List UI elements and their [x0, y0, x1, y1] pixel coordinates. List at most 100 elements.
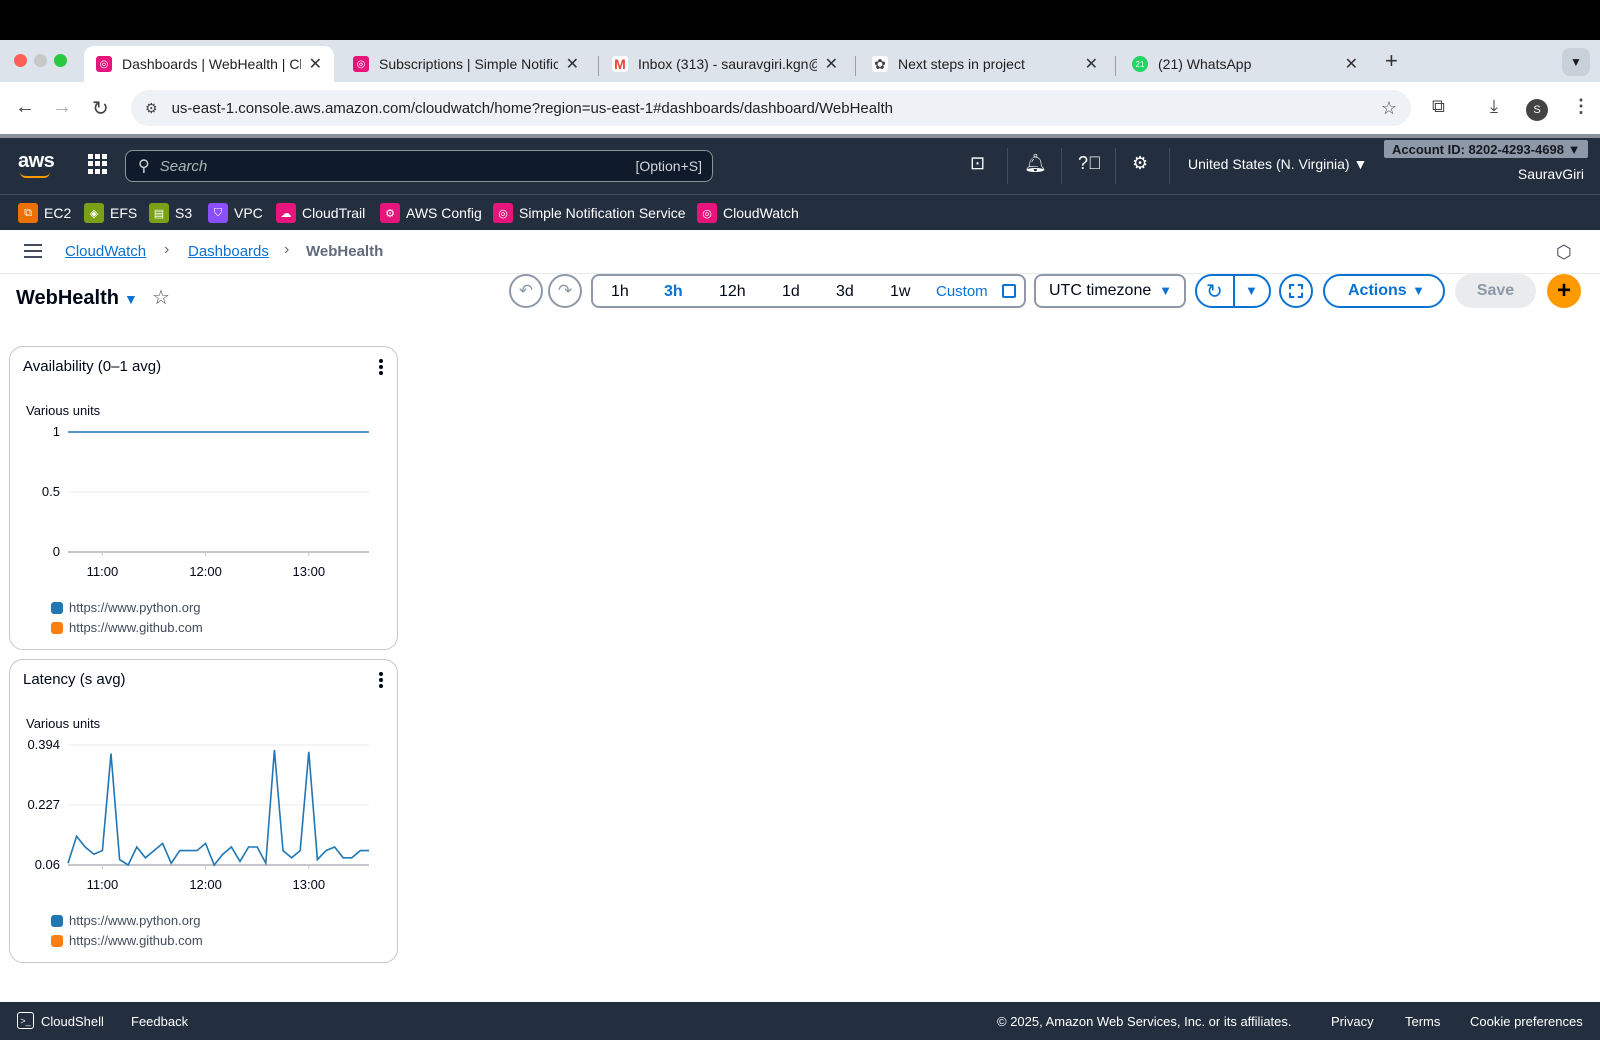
widget-menu-icon[interactable] — [379, 359, 383, 375]
tab-search-chevron-icon[interactable]: ▼ — [1562, 48, 1590, 76]
x-tick-label: 11:00 — [87, 564, 119, 579]
legend-item[interactable]: https://www.github.com — [51, 933, 203, 948]
back-arrow-icon[interactable]: ← — [15, 96, 35, 119]
time-range-selector: 1h 3h 12h 1d 3d 1w Custom — [591, 274, 1026, 308]
service-shortcut-aws-config[interactable]: ⚙ AWS Config — [380, 203, 482, 223]
user-name[interactable]: SauravGiri — [1518, 166, 1584, 182]
browser-tab[interactable]: ◎ Subscriptions | Simple Notific ✕ — [341, 46, 591, 82]
x-tick-label: 11:00 — [87, 877, 119, 892]
bookmark-star-icon[interactable]: ☆ — [1381, 98, 1397, 119]
service-shortcut-cloudwatch[interactable]: ◎ CloudWatch — [697, 203, 799, 223]
browser-menu-icon[interactable]: ⋮ — [1572, 96, 1590, 117]
breadcrumb-cloudwatch[interactable]: CloudWatch — [65, 243, 146, 260]
account-menu[interactable]: Account ID: 8202-4293-4698 ▼ — [1384, 140, 1589, 158]
favorite-star-icon[interactable]: ☆ — [152, 285, 170, 310]
browser-tab[interactable]: ✿ Next steps in project ✕ — [860, 46, 1110, 82]
add-widget-button[interactable]: + — [1547, 274, 1581, 308]
feedback-link[interactable]: Feedback — [131, 1014, 188, 1029]
close-tab-icon[interactable]: ✕ — [1345, 54, 1358, 74]
aws-logo-text: aws — [18, 150, 55, 172]
range-custom[interactable]: Custom — [936, 283, 988, 300]
calendar-icon[interactable] — [1002, 284, 1016, 298]
terms-link[interactable]: Terms — [1405, 1014, 1440, 1029]
range-1w[interactable]: 1w — [890, 283, 910, 301]
minimize-window-button[interactable] — [34, 54, 47, 67]
undo-button[interactable]: ↶ — [509, 274, 543, 308]
close-window-button[interactable] — [14, 54, 27, 67]
service-shortcut-efs[interactable]: ◈ EFS — [84, 203, 137, 223]
close-tab-icon[interactable]: ✕ — [309, 54, 322, 74]
service-shortcut-s3[interactable]: ▤ S3 — [149, 203, 192, 223]
address-bar[interactable]: ⚙ us-east-1.console.aws.amazon.com/cloud… — [131, 90, 1411, 126]
service-shortcut-cloudtrail[interactable]: ☁ CloudTrail — [276, 203, 365, 223]
config-icon: ⚙ — [380, 203, 400, 223]
divider — [1115, 148, 1116, 184]
cloudshell-icon[interactable]: ⊡ — [970, 153, 985, 174]
sns-icon: ◎ — [493, 203, 513, 223]
aws-logo[interactable]: aws — [18, 150, 55, 178]
side-nav-menu-icon[interactable] — [24, 244, 42, 258]
service-shortcut-ec2[interactable]: ⧉ EC2 — [18, 203, 71, 223]
timezone-select[interactable]: UTC timezone ▼ — [1034, 274, 1186, 308]
series-line[interactable] — [67, 749, 369, 867]
preferences-icon[interactable]: ⬡ — [1556, 242, 1572, 263]
range-3h[interactable]: 3h — [664, 283, 683, 301]
tab-divider — [855, 56, 856, 76]
browser-toolbar: ← → ↻ ⚙ us-east-1.console.aws.amazon.com… — [0, 82, 1600, 134]
cloudshell-link[interactable]: CloudShell — [41, 1014, 104, 1029]
legend-item[interactable]: https://www.python.org — [51, 600, 201, 615]
legend-item[interactable]: https://www.github.com — [51, 620, 203, 635]
help-icon[interactable]: ?⃝ — [1078, 153, 1102, 174]
range-12h[interactable]: 12h — [719, 283, 746, 301]
profile-avatar[interactable]: S — [1526, 99, 1548, 121]
url-text[interactable]: us-east-1.console.aws.amazon.com/cloudwa… — [172, 100, 893, 117]
widget-title: Availability (0–1 avg) — [23, 358, 162, 375]
fullscreen-button[interactable] — [1279, 274, 1313, 308]
browser-tab[interactable]: ◎ Dashboards | WebHealth | Clo ✕ — [84, 46, 334, 82]
cloudwatch-favicon-icon: ◎ — [96, 56, 112, 72]
cloudwatch-icon: ◎ — [697, 203, 717, 223]
cookie-preferences-link[interactable]: Cookie preferences — [1470, 1014, 1583, 1029]
site-info-icon[interactable]: ⚙ — [145, 100, 158, 117]
settings-gear-icon[interactable]: ⚙ — [1132, 153, 1148, 174]
save-button[interactable]: Save — [1455, 274, 1536, 308]
new-tab-icon[interactable]: + — [1385, 48, 1398, 74]
actions-button[interactable]: Actions ▼ — [1323, 274, 1445, 308]
aws-search-input[interactable]: ⚲ Search [Option+S] — [125, 150, 713, 182]
forward-arrow-icon[interactable]: → — [52, 96, 72, 119]
cloudtrail-icon: ☁ — [276, 203, 296, 223]
y-axis-units: Various units — [26, 403, 101, 418]
widget-menu-icon[interactable] — [379, 672, 383, 688]
console-footer: >_ CloudShell Feedback © 2025, Amazon We… — [0, 1002, 1600, 1040]
privacy-link[interactable]: Privacy — [1331, 1014, 1374, 1029]
y-tick-label: 1 — [53, 424, 60, 439]
legend-item[interactable]: https://www.python.org — [51, 913, 201, 928]
breadcrumb-dashboards[interactable]: Dashboards — [188, 243, 269, 260]
maximize-window-button[interactable] — [54, 54, 67, 67]
range-3d[interactable]: 3d — [836, 283, 854, 301]
close-tab-icon[interactable]: ✕ — [566, 54, 579, 74]
cloudshell-icon[interactable]: >_ — [17, 1012, 34, 1029]
browser-tab[interactable]: 21 (21) WhatsApp ✕ — [1120, 46, 1370, 82]
range-1d[interactable]: 1d — [782, 283, 800, 301]
refresh-options-caret-icon[interactable]: ▼ — [1245, 283, 1258, 298]
close-tab-icon[interactable]: ✕ — [1085, 54, 1098, 74]
extensions-icon[interactable]: ⧉ — [1432, 96, 1445, 117]
refresh-icon[interactable]: ↻ — [1206, 279, 1223, 304]
browser-tab-strip: ◎ Dashboards | WebHealth | Clo ✕ ◎ Subsc… — [0, 40, 1600, 82]
tab-title: Subscriptions | Simple Notific — [379, 56, 558, 72]
reload-icon[interactable]: ↻ — [92, 96, 109, 121]
refresh-button[interactable]: ↻ ▼ — [1195, 274, 1271, 308]
redo-button[interactable]: ↷ — [548, 274, 582, 308]
download-icon[interactable]: ⤓ — [1490, 96, 1498, 117]
notifications-bell-icon[interactable]: 🔔︎ — [1024, 153, 1047, 174]
browser-tab[interactable]: M Inbox (313) - sauravgiri.kgn@ ✕ — [600, 46, 850, 82]
redo-icon: ↷ — [557, 281, 573, 300]
region-selector[interactable]: United States (N. Virginia) ▼ — [1188, 156, 1367, 172]
service-shortcut-vpc[interactable]: ⛉ VPC — [208, 203, 263, 223]
dashboard-switcher-caret-icon[interactable]: ▼ — [124, 291, 138, 307]
service-shortcut-sns[interactable]: ◎ Simple Notification Service — [493, 203, 686, 223]
range-1h[interactable]: 1h — [611, 283, 629, 301]
close-tab-icon[interactable]: ✕ — [825, 54, 838, 74]
services-grid-icon[interactable] — [88, 154, 108, 174]
